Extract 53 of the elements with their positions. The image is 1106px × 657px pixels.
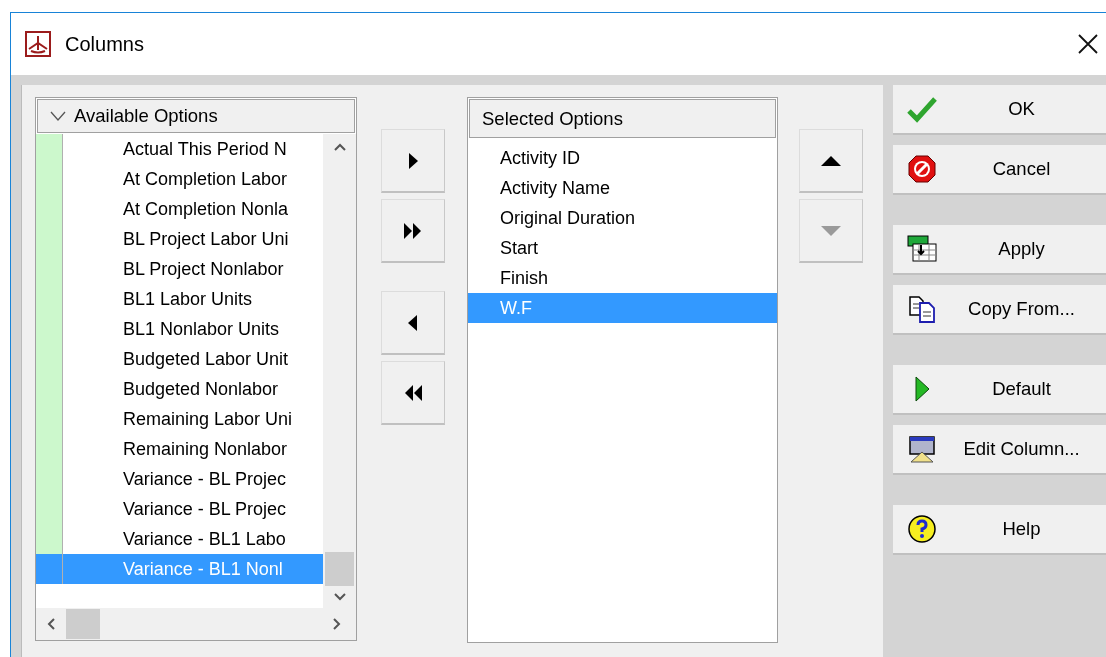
list-item[interactable]: Activity Name [468, 173, 777, 203]
action-button[interactable]: Edit Column... [893, 425, 1106, 475]
list-item[interactable]: Original Duration [468, 203, 777, 233]
list-item[interactable]: BL1 Nonlabor Units [63, 314, 323, 344]
triangle-down-icon [819, 223, 843, 238]
documents-icon [907, 294, 937, 324]
list-item[interactable]: BL Project Labor Uni [63, 224, 323, 254]
list-item[interactable]: At Completion Labor [63, 164, 323, 194]
stop-icon [907, 154, 937, 184]
list-item[interactable]: Variance - BL Projec [63, 464, 323, 494]
monitor-icon [907, 434, 937, 464]
list-item[interactable]: Finish [468, 263, 777, 293]
remove-all-button[interactable] [381, 361, 445, 425]
move-up-button[interactable] [799, 129, 863, 193]
scroll-thumb[interactable] [325, 552, 354, 586]
scroll-right-icon[interactable] [332, 617, 342, 631]
scroll-down-icon[interactable] [332, 592, 347, 602]
list-item[interactable]: Actual This Period N [63, 134, 323, 164]
list-item[interactable]: BL Project Nonlabor [63, 254, 323, 284]
list-item[interactable]: Activity ID [468, 143, 777, 173]
list-header[interactable]: Available Options [37, 99, 355, 133]
action-button[interactable]: Help [893, 505, 1106, 555]
row-marker [36, 134, 63, 164]
app-icon [25, 31, 51, 57]
table-icon [907, 234, 937, 264]
action-button[interactable]: Apply [893, 225, 1106, 275]
triangle-up-icon [819, 153, 843, 168]
action-button[interactable]: Copy From... [893, 285, 1106, 335]
help-icon [907, 514, 937, 544]
close-icon[interactable] [1078, 34, 1098, 54]
action-button[interactable]: OK [893, 85, 1106, 135]
window-title: Columns [65, 32, 144, 56]
list-item[interactable]: BL1 Labor Units [63, 284, 323, 314]
horizontal-scrollbar[interactable] [36, 608, 356, 640]
list-item[interactable]: Start [468, 233, 777, 263]
chevron-down-icon [50, 111, 66, 121]
list-item[interactable]: Budgeted Labor Unit [63, 344, 323, 374]
list-item[interactable]: Variance - BL Projec [63, 494, 323, 524]
vertical-scrollbar[interactable] [323, 134, 356, 608]
scroll-left-icon[interactable] [46, 617, 56, 631]
list-header: Selected Options [469, 99, 776, 138]
list-item[interactable]: Remaining Nonlabor [63, 434, 323, 464]
action-button[interactable]: Cancel [893, 145, 1106, 195]
action-button[interactable]: Default [893, 365, 1106, 415]
scroll-up-icon[interactable] [332, 142, 347, 152]
row-marker [36, 524, 63, 554]
list-item[interactable]: Remaining Labor Uni [63, 404, 323, 434]
row-marker [36, 554, 63, 584]
scroll-thumb[interactable] [66, 609, 100, 639]
list-item[interactable]: At Completion Nonla [63, 194, 323, 224]
list-item[interactable]: Budgeted Nonlabor [63, 374, 323, 404]
add-all-button[interactable] [381, 199, 445, 263]
list-item[interactable]: Variance - BL1 Labo [63, 524, 323, 554]
